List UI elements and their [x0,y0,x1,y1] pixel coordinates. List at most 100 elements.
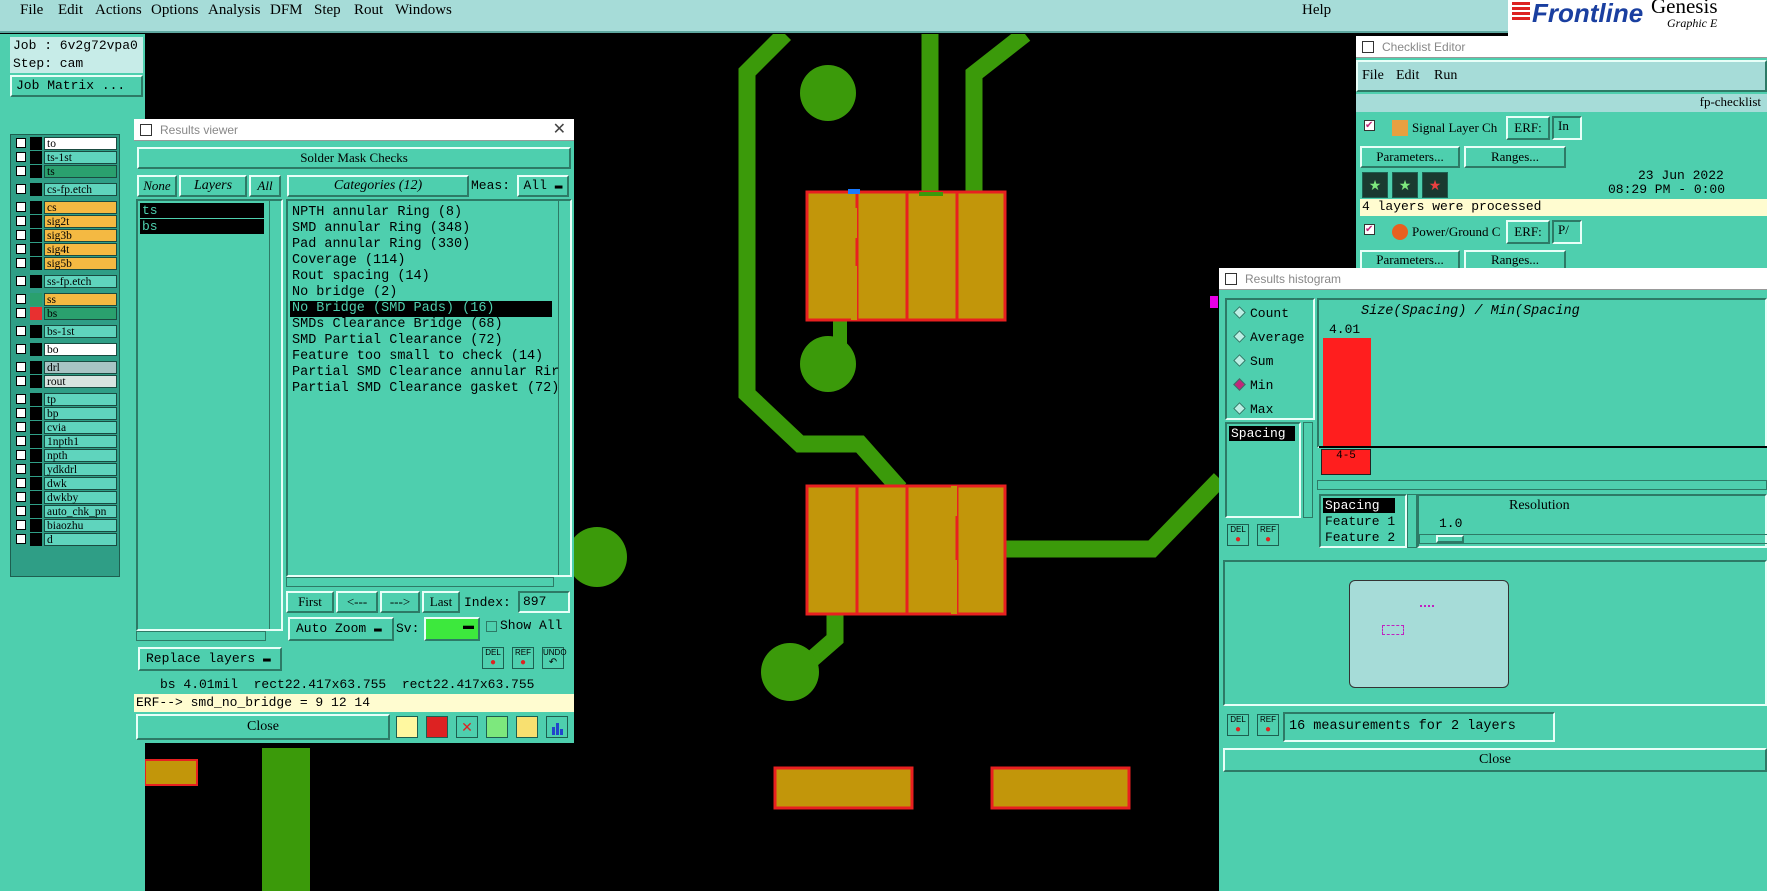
parameters-button[interactable]: Parameters... [1360,146,1460,168]
layer-row-1npth1[interactable]: 1npth1 [12,435,118,448]
histogram-hscrollbar[interactable] [1317,480,1767,490]
layer-row-auto_chk_pn[interactable]: auto_chk_pn [12,505,118,518]
radio-diamond-icon[interactable] [1233,330,1246,343]
del-button[interactable]: DEL ● [482,647,504,669]
hist-del-button[interactable]: DEL ● [1227,524,1249,546]
erf-button[interactable]: ERF: [1506,116,1550,140]
hist-del-button[interactable]: DEL ● [1227,714,1249,736]
menu-dfm[interactable]: DFM [270,2,303,19]
menu-edit[interactable]: Edit [58,2,83,19]
erf-field[interactable]: P/ [1552,220,1582,244]
histogram-tool-icon[interactable] [546,716,568,738]
layer-row-sig4t[interactable]: sig4t [12,243,118,256]
layer-color-swatch[interactable] [30,229,42,242]
category-item[interactable]: SMD Partial Clearance (72) [290,333,503,349]
show-all-checkbox[interactable] [486,621,497,632]
layer-name[interactable]: auto_chk_pn [44,505,117,518]
layer-row-tp[interactable]: tp [12,393,118,406]
menu-actions[interactable]: Actions [95,2,142,19]
measure-list[interactable]: Spacing [1225,422,1301,518]
layer-checkbox[interactable] [16,450,26,460]
last-button[interactable]: Last [422,591,460,613]
layer-checkbox[interactable] [16,326,26,336]
auto-zoom-select[interactable]: Auto Zoom ▬ [288,617,394,641]
hist-ref-button[interactable]: REF ● [1257,714,1279,736]
layer-row-cvia[interactable]: cvia [12,421,118,434]
ranges-button[interactable]: Ranges... [1464,250,1566,270]
layer-color-swatch[interactable] [30,533,42,546]
resolution-slider-thumb[interactable] [1436,535,1464,543]
layer-checkbox[interactable] [16,244,26,254]
layer-color-swatch[interactable] [30,183,42,196]
layer-checkbox[interactable] [16,422,26,432]
measure-item[interactable]: Spacing [1229,426,1295,441]
category-item[interactable]: Partial SMD Clearance annular Rir [290,365,559,381]
compare-tool-icon[interactable] [486,716,508,738]
layer-name[interactable]: ss [44,293,117,306]
layer-row-ts-1st[interactable]: ts-1st [12,151,118,164]
layer-color-swatch[interactable] [30,243,42,256]
layer-color-swatch[interactable] [30,325,42,338]
check-icon[interactable]: ✔ [1364,224,1375,235]
histogram-bar[interactable] [1323,338,1371,446]
layer-color-swatch[interactable] [30,307,42,320]
checklist-item-signal[interactable]: ✔ Signal Layer Ch ERF: In [1360,116,1767,146]
first-button[interactable]: First [286,591,334,613]
radio-average[interactable]: Average [1233,330,1305,345]
measure-scrollbar[interactable] [1303,422,1313,518]
preview-board[interactable] [1349,580,1509,688]
layer-filter-list[interactable]: ts bs [136,199,283,631]
radio-diamond-icon[interactable] [1233,354,1246,367]
layer-row-ydkdrl[interactable]: ydkdrl [12,463,118,476]
layer-color-swatch[interactable] [30,137,42,150]
field-item[interactable]: Feature 1 [1323,514,1395,529]
ref-button[interactable]: REF ● [512,647,534,669]
layer-name[interactable]: to [44,137,117,150]
category-item[interactable]: Feature too small to check (14) [290,349,543,365]
layer-color-swatch[interactable] [30,407,42,420]
layer-color-swatch[interactable] [30,151,42,164]
hist-ref-button[interactable]: REF ● [1257,524,1279,546]
layer-checkbox[interactable] [16,394,26,404]
layer-name[interactable]: 1npth1 [44,435,117,448]
layer-color-swatch[interactable] [30,491,42,504]
close-button[interactable]: Close [136,714,390,740]
layer-checkbox[interactable] [16,276,26,286]
layer-name[interactable]: sig5b [44,257,117,270]
layer-name[interactable]: cs [44,201,117,214]
menu-windows[interactable]: Windows [395,2,452,19]
meas-select[interactable]: All ▬ [517,175,569,197]
layer-row-sig2t[interactable]: sig2t [12,215,118,228]
layer-name[interactable]: cs-fp.etch [44,183,117,196]
layer-color-swatch[interactable] [30,275,42,288]
layer-color-swatch[interactable] [30,375,42,388]
next-button[interactable]: ---> [380,591,420,613]
layer-row-rout[interactable]: rout [12,375,118,388]
category-item[interactable]: Partial SMD Clearance gasket (72) [290,381,559,397]
resolution-slider[interactable] [1419,534,1767,544]
layer-name[interactable]: cvia [44,421,117,434]
layer-checkbox[interactable] [16,138,26,148]
layer-row-d[interactable]: d [12,533,118,546]
layer-checkbox[interactable] [16,344,26,354]
layer-name[interactable]: d [44,533,117,546]
category-item[interactable]: Coverage (114) [290,253,405,269]
layer-color-swatch[interactable] [30,393,42,406]
job-matrix-button[interactable]: Job Matrix ... [10,75,143,97]
layer-name[interactable]: npth [44,449,117,462]
layer-checkbox[interactable] [16,492,26,502]
checklist-menu-run[interactable]: Run [1434,68,1457,84]
replace-layers-select[interactable]: Replace layers ▬ [138,647,282,671]
menu-help[interactable]: Help [1302,2,1331,19]
layer-name[interactable]: bp [44,407,117,420]
layer-hscrollbar[interactable] [136,631,266,641]
layer-row-bs-1st[interactable]: bs-1st [12,325,118,338]
menu-rout[interactable]: Rout [354,2,383,19]
layer-checkbox[interactable] [16,478,26,488]
run-icon[interactable]: ★ [1392,172,1418,198]
layer-name[interactable]: biaozhu [44,519,117,532]
category-item[interactable]: SMD annular Ring (348) [290,221,470,237]
layer-color-swatch[interactable] [30,293,42,306]
categories-scrollbar[interactable] [558,201,570,575]
layer-color-swatch[interactable] [30,343,42,356]
